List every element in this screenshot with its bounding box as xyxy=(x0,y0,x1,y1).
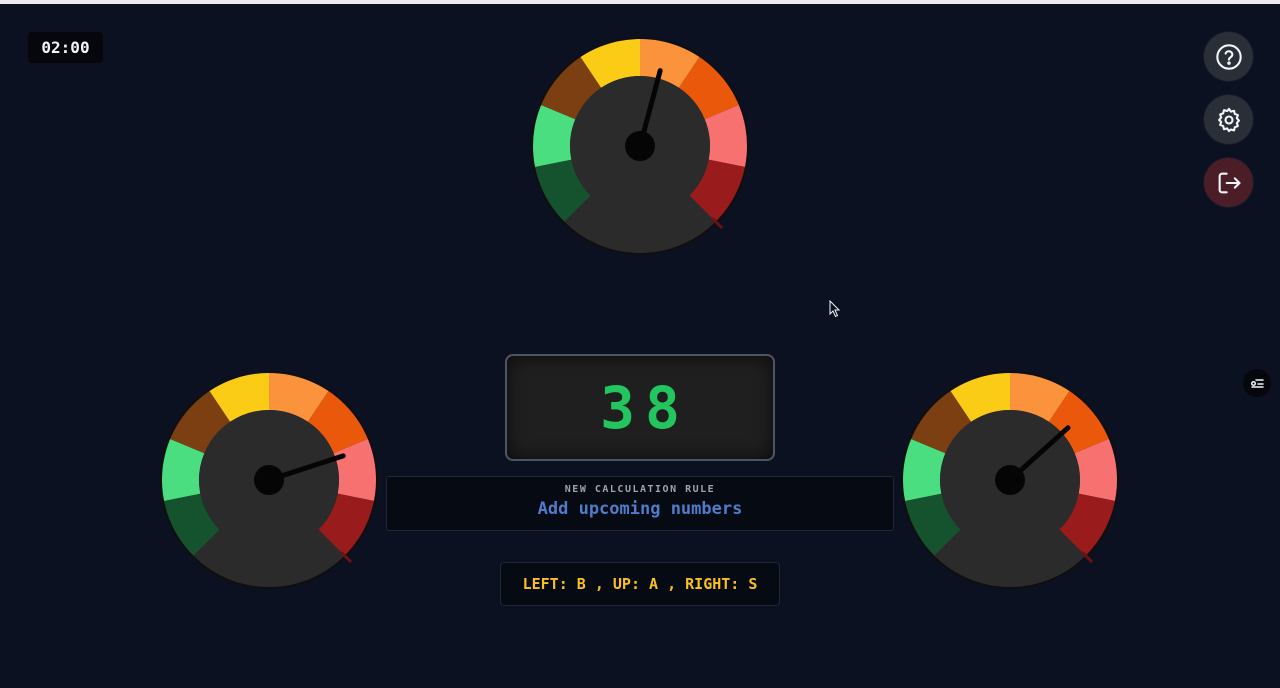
help-button[interactable] xyxy=(1204,32,1253,81)
number-display: 38 xyxy=(505,354,775,461)
logout-icon xyxy=(1218,172,1241,193)
question-circle-icon xyxy=(1215,43,1242,70)
gauge-hub xyxy=(625,131,655,161)
rule-text: Add upcoming numbers xyxy=(537,499,743,519)
settings-panel-icon xyxy=(1250,379,1264,388)
gauge-hub xyxy=(254,465,284,495)
rule-label: NEW CALCULATION RULE xyxy=(564,484,716,495)
gauge-hub xyxy=(995,465,1025,495)
exit-button[interactable] xyxy=(1204,158,1253,207)
gauge-right xyxy=(900,370,1120,590)
gear-icon xyxy=(1217,107,1240,132)
gauge-left xyxy=(159,370,379,590)
calculation-rule-panel: NEW CALCULATION RULE Add upcoming number… xyxy=(386,476,894,531)
countdown-timer: 02:00 xyxy=(28,32,103,63)
mouse-cursor-icon xyxy=(829,300,841,318)
gauge-up xyxy=(530,36,750,256)
top-border xyxy=(0,0,1280,4)
extra-settings-button[interactable] xyxy=(1243,369,1271,397)
settings-button[interactable] xyxy=(1204,95,1253,144)
key-mapping: LEFT: B , UP: A , RIGHT: S xyxy=(500,562,780,606)
current-number: 38 xyxy=(600,373,690,442)
